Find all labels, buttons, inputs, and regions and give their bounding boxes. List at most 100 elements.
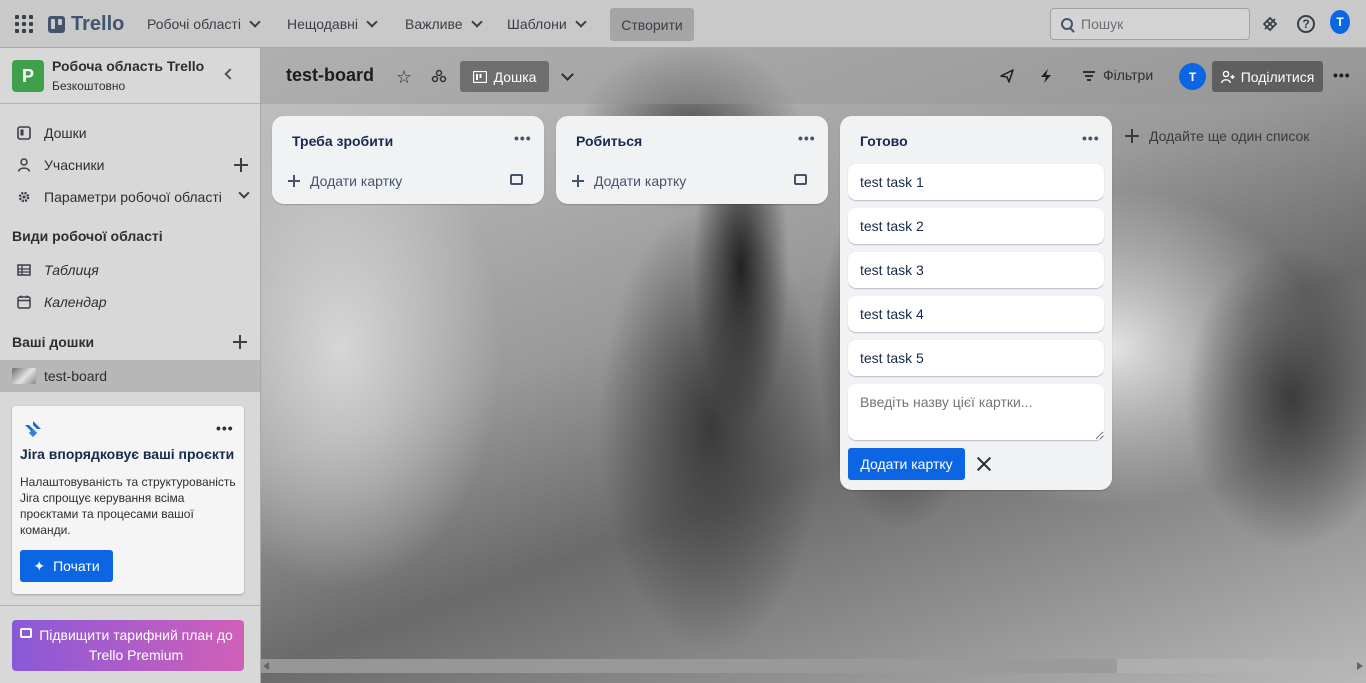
search-box[interactable]: Пошук [1050, 8, 1250, 40]
filter-icon [1083, 70, 1095, 81]
new-card-title-input[interactable] [848, 384, 1104, 440]
views-dropdown-icon[interactable] [561, 68, 574, 81]
list-more-icon[interactable]: ••• [1082, 130, 1100, 146]
workspace-header: P Робоча область Trello Безкоштовно [0, 48, 260, 104]
automation-icon[interactable] [1037, 67, 1055, 85]
list-title[interactable]: Треба зробити [292, 133, 393, 149]
upgrade-premium-button[interactable]: Підвищити тарифний план до Trello Premiu… [12, 620, 244, 671]
collapse-sidebar-icon[interactable] [224, 68, 236, 80]
jira-start-label: Почати [53, 558, 100, 574]
search-icon [1061, 18, 1073, 30]
menu-recent[interactable]: Нещодавні [279, 8, 384, 40]
upgrade-premium-label: Підвищити тарифний план до Trello Premiu… [39, 627, 233, 663]
top-navigation: Trello Робочі області Нещодавні Важливе … [0, 0, 1366, 48]
filters-button[interactable]: Фільтри [1083, 67, 1153, 83]
workspace-logo[interactable]: P [12, 60, 44, 92]
jira-description: Налаштовуваність та структурованість Jir… [20, 475, 236, 537]
star-icon[interactable]: ☆ [396, 67, 412, 88]
add-card-submit-button[interactable]: Додати картку [848, 448, 965, 480]
list-title[interactable]: Готово [860, 133, 908, 149]
calendar-icon [17, 295, 31, 309]
board-menu-icon[interactable]: ••• [1333, 67, 1351, 83]
scrollbar-thumb[interactable] [277, 659, 1117, 673]
jira-start-button[interactable]: ✦ Почати [20, 550, 113, 582]
board-view-button[interactable]: Дошка [460, 61, 549, 92]
sidebar-item-members[interactable]: Учасники [0, 149, 260, 181]
workspace-visible-icon[interactable] [431, 68, 447, 84]
add-list-button[interactable]: Додайте ще один список [1125, 128, 1309, 144]
share-button[interactable]: Поділитися [1212, 61, 1323, 92]
scroll-right-icon[interactable] [1357, 662, 1363, 670]
sidebar-item-calendar[interactable]: Календар [0, 286, 260, 318]
your-boards-title: Ваші дошки [12, 334, 95, 350]
menu-starred[interactable]: Важливе [397, 8, 489, 40]
list-more-icon[interactable]: ••• [514, 130, 532, 146]
menu-templates[interactable]: Шаблони [499, 8, 593, 40]
sidebar-item-workspace-settings[interactable]: Параметри робочої області [0, 181, 260, 213]
board-title[interactable]: test-board [286, 65, 374, 86]
list-in-progress: Робиться ••• Додати картку [556, 116, 828, 204]
sidebar-item-calendar-label: Календар [44, 294, 107, 310]
trello-logo[interactable]: Trello [48, 13, 124, 36]
app-switcher-icon[interactable] [14, 14, 34, 34]
gear-icon [18, 191, 30, 203]
add-member-icon[interactable] [234, 158, 248, 172]
create-button[interactable]: Створити [610, 8, 694, 41]
help-icon[interactable]: ? [1296, 14, 1316, 34]
trello-logo-icon [48, 16, 65, 33]
card[interactable]: test task 1 [848, 164, 1104, 200]
board-member-avatar[interactable]: T [1179, 63, 1206, 90]
add-card-label: Додати картку [310, 173, 403, 189]
sidebar-item-boards[interactable]: Дошки [0, 117, 260, 149]
power-ups-icon[interactable] [998, 67, 1016, 85]
scroll-left-icon[interactable] [263, 662, 269, 670]
menu-workspaces-label: Робочі області [147, 16, 241, 32]
chevron-down-icon [470, 16, 483, 28]
sidebar-item-members-label: Учасники [44, 157, 105, 173]
sidebar: P Робоча область Trello Безкоштовно Дошк… [0, 48, 261, 683]
plus-icon [572, 175, 584, 187]
board-view-label: Дошка [493, 68, 537, 85]
add-card-label: Додати картку [594, 173, 687, 189]
jira-promo-card: ••• Jira впорядковує ваші проєкти Налашт… [12, 406, 244, 594]
workspace-views-title: Види робочої області [12, 228, 163, 244]
menu-workspaces[interactable]: Робочі області [139, 8, 267, 40]
notifications-icon[interactable] [1260, 14, 1280, 34]
create-board-icon[interactable] [233, 335, 247, 349]
card-template-icon[interactable] [794, 174, 807, 185]
card-template-icon[interactable] [510, 174, 523, 185]
workspace-name[interactable]: Робоча область Trello [52, 58, 204, 74]
card[interactable]: test task 4 [848, 296, 1104, 332]
search-input[interactable]: Пошук [1081, 16, 1123, 32]
filters-label: Фільтри [1103, 67, 1154, 83]
menu-recent-label: Нещодавні [287, 16, 358, 32]
trello-logo-text: Trello [71, 13, 125, 35]
chevron-down-icon[interactable] [238, 187, 250, 199]
sidebar-item-table[interactable]: Таблиця [0, 254, 260, 286]
jira-logo-icon [25, 421, 41, 437]
sidebar-item-workspace-settings-label: Параметри робочої області [44, 189, 222, 205]
add-card-button[interactable]: Додати картку [572, 173, 686, 189]
menu-templates-label: Шаблони [507, 16, 567, 32]
add-list-label: Додайте ще один список [1149, 128, 1310, 144]
gift-icon [20, 628, 32, 638]
list-more-icon[interactable]: ••• [798, 130, 816, 146]
board-header: test-board ☆ Дошка Фільтри T Поділитися … [261, 48, 1366, 104]
card[interactable]: test task 2 [848, 208, 1104, 244]
card[interactable]: test task 3 [848, 252, 1104, 288]
list-todo: Треба зробити ••• Додати картку [272, 116, 544, 204]
list-title[interactable]: Робиться [576, 133, 642, 149]
sparkle-icon: ✦ [33, 557, 46, 574]
account-avatar-initial: T [1330, 10, 1350, 34]
sidebar-divider [0, 605, 260, 606]
sidebar-board-label: test-board [44, 368, 108, 384]
add-person-icon [1220, 70, 1235, 83]
add-card-button[interactable]: Додати картку [288, 173, 402, 189]
chevron-down-icon [366, 16, 378, 28]
jira-more-icon[interactable]: ••• [216, 420, 234, 436]
card[interactable]: test task 5 [848, 340, 1104, 376]
close-icon[interactable] [976, 456, 992, 472]
sidebar-board-test-board[interactable]: test-board [0, 360, 260, 392]
share-label: Поділитися [1240, 68, 1315, 85]
account-avatar[interactable]: T [1330, 10, 1350, 34]
